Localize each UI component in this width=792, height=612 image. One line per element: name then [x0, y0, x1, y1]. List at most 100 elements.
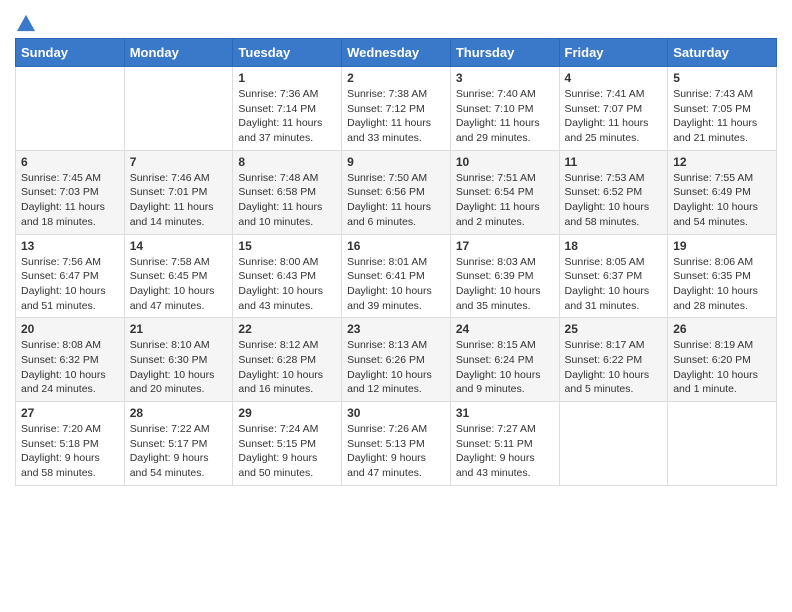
day-cell: 22 Sunrise: 8:12 AM Sunset: 6:28 PM Dayli… [233, 318, 342, 402]
day-info: Sunrise: 8:01 AM Sunset: 6:41 PM Dayligh… [347, 255, 445, 314]
week-row-1: 1 Sunrise: 7:36 AM Sunset: 7:14 PM Daylig… [16, 67, 777, 151]
day-info: Sunrise: 8:17 AM Sunset: 6:22 PM Dayligh… [565, 338, 663, 397]
day-number: 6 [21, 155, 119, 169]
day-cell: 10Sunrise: 7:51 AM Sunset: 6:54 PM Dayli… [450, 150, 559, 234]
day-number: 30 [347, 406, 445, 420]
day-info: Sunrise: 8:10 AM Sunset: 6:30 PM Dayligh… [130, 338, 228, 397]
day-number: 2 [347, 71, 445, 85]
logo-icon [17, 14, 35, 32]
day-cell: 11 Sunrise: 7:53 AM Sunset: 6:52 PM Dayli… [559, 150, 668, 234]
page: SundayMondayTuesdayWednesdayThursdayFrid… [0, 0, 792, 501]
day-cell: 6Sunrise: 7:45 AM Sunset: 7:03 PM Daylig… [16, 150, 125, 234]
day-info: Sunrise: 7:53 AM Sunset: 6:52 PM Dayligh… [565, 171, 663, 230]
day-number: 16 [347, 239, 445, 253]
day-info: Sunrise: 8:13 AM Sunset: 6:26 PM Dayligh… [347, 338, 445, 397]
day-cell: 30 Sunrise: 7:26 AM Sunset: 5:13 PM Dayli… [342, 402, 451, 486]
day-info: Sunrise: 8:12 AM Sunset: 6:28 PM Dayligh… [238, 338, 336, 397]
day-number: 27 [21, 406, 119, 420]
day-info: Sunrise: 7:51 AM Sunset: 6:54 PM Dayligh… [456, 171, 554, 230]
day-cell [124, 67, 233, 151]
day-info: Sunrise: 7:43 AM Sunset: 7:05 PM Dayligh… [673, 87, 771, 146]
day-info: Sunrise: 8:08 AM Sunset: 6:32 PM Dayligh… [21, 338, 119, 397]
day-cell: 20 Sunrise: 8:08 AM Sunset: 6:32 PM Dayli… [16, 318, 125, 402]
day-info: Sunrise: 7:36 AM Sunset: 7:14 PM Dayligh… [238, 87, 336, 146]
day-cell: 31 Sunrise: 7:27 AM Sunset: 5:11 PM Dayli… [450, 402, 559, 486]
day-cell: 16 Sunrise: 8:01 AM Sunset: 6:41 PM Dayli… [342, 234, 451, 318]
day-number: 4 [565, 71, 663, 85]
day-cell [16, 67, 125, 151]
day-number: 13 [21, 239, 119, 253]
day-cell: 26 Sunrise: 8:19 AM Sunset: 6:20 PM Dayli… [668, 318, 777, 402]
day-info: Sunrise: 7:46 AM Sunset: 7:01 PM Dayligh… [130, 171, 228, 230]
day-info: Sunrise: 7:40 AM Sunset: 7:10 PM Dayligh… [456, 87, 554, 146]
day-cell: 29 Sunrise: 7:24 AM Sunset: 5:15 PM Dayli… [233, 402, 342, 486]
week-row-2: 6Sunrise: 7:45 AM Sunset: 7:03 PM Daylig… [16, 150, 777, 234]
day-number: 31 [456, 406, 554, 420]
col-header-monday: Monday [124, 39, 233, 67]
day-info: Sunrise: 7:26 AM Sunset: 5:13 PM Dayligh… [347, 422, 445, 481]
day-cell: 4 Sunrise: 7:41 AM Sunset: 7:07 PM Daylig… [559, 67, 668, 151]
day-info: Sunrise: 7:24 AM Sunset: 5:15 PM Dayligh… [238, 422, 336, 481]
day-info: Sunrise: 7:38 AM Sunset: 7:12 PM Dayligh… [347, 87, 445, 146]
day-cell: 21Sunrise: 8:10 AM Sunset: 6:30 PM Dayli… [124, 318, 233, 402]
day-number: 22 [238, 322, 336, 336]
day-cell: 17 Sunrise: 8:03 AM Sunset: 6:39 PM Dayli… [450, 234, 559, 318]
day-info: Sunrise: 8:03 AM Sunset: 6:39 PM Dayligh… [456, 255, 554, 314]
day-info: Sunrise: 8:19 AM Sunset: 6:20 PM Dayligh… [673, 338, 771, 397]
day-cell: 9 Sunrise: 7:50 AM Sunset: 6:56 PM Daylig… [342, 150, 451, 234]
day-number: 29 [238, 406, 336, 420]
col-header-friday: Friday [559, 39, 668, 67]
day-number: 3 [456, 71, 554, 85]
day-number: 9 [347, 155, 445, 169]
day-number: 12 [673, 155, 771, 169]
week-row-5: 27 Sunrise: 7:20 AM Sunset: 5:18 PM Dayli… [16, 402, 777, 486]
day-info: Sunrise: 7:22 AM Sunset: 5:17 PM Dayligh… [130, 422, 228, 481]
day-number: 20 [21, 322, 119, 336]
day-cell: 23 Sunrise: 8:13 AM Sunset: 6:26 PM Dayli… [342, 318, 451, 402]
day-cell [559, 402, 668, 486]
day-number: 1 [238, 71, 336, 85]
col-header-sunday: Sunday [16, 39, 125, 67]
day-info: Sunrise: 8:00 AM Sunset: 6:43 PM Dayligh… [238, 255, 336, 314]
day-info: Sunrise: 7:50 AM Sunset: 6:56 PM Dayligh… [347, 171, 445, 230]
day-cell: 13Sunrise: 7:56 AM Sunset: 6:47 PM Dayli… [16, 234, 125, 318]
day-info: Sunrise: 7:20 AM Sunset: 5:18 PM Dayligh… [21, 422, 119, 481]
week-row-3: 13Sunrise: 7:56 AM Sunset: 6:47 PM Dayli… [16, 234, 777, 318]
day-info: Sunrise: 7:41 AM Sunset: 7:07 PM Dayligh… [565, 87, 663, 146]
day-number: 5 [673, 71, 771, 85]
week-row-4: 20 Sunrise: 8:08 AM Sunset: 6:32 PM Dayli… [16, 318, 777, 402]
day-info: Sunrise: 7:58 AM Sunset: 6:45 PM Dayligh… [130, 255, 228, 314]
day-number: 19 [673, 239, 771, 253]
day-info: Sunrise: 8:15 AM Sunset: 6:24 PM Dayligh… [456, 338, 554, 397]
day-cell [668, 402, 777, 486]
day-number: 8 [238, 155, 336, 169]
day-number: 11 [565, 155, 663, 169]
day-cell: 5 Sunrise: 7:43 AM Sunset: 7:05 PM Daylig… [668, 67, 777, 151]
day-number: 18 [565, 239, 663, 253]
day-number: 28 [130, 406, 228, 420]
day-cell: 14 Sunrise: 7:58 AM Sunset: 6:45 PM Dayli… [124, 234, 233, 318]
col-header-thursday: Thursday [450, 39, 559, 67]
day-number: 25 [565, 322, 663, 336]
col-header-tuesday: Tuesday [233, 39, 342, 67]
day-info: Sunrise: 7:48 AM Sunset: 6:58 PM Dayligh… [238, 171, 336, 230]
day-number: 14 [130, 239, 228, 253]
day-cell: 3 Sunrise: 7:40 AM Sunset: 7:10 PM Daylig… [450, 67, 559, 151]
day-info: Sunrise: 7:27 AM Sunset: 5:11 PM Dayligh… [456, 422, 554, 481]
day-number: 15 [238, 239, 336, 253]
day-info: Sunrise: 8:05 AM Sunset: 6:37 PM Dayligh… [565, 255, 663, 314]
day-cell: 24 Sunrise: 8:15 AM Sunset: 6:24 PM Dayli… [450, 318, 559, 402]
day-number: 23 [347, 322, 445, 336]
day-info: Sunrise: 7:55 AM Sunset: 6:49 PM Dayligh… [673, 171, 771, 230]
day-info: Sunrise: 8:06 AM Sunset: 6:35 PM Dayligh… [673, 255, 771, 314]
day-cell: 28 Sunrise: 7:22 AM Sunset: 5:17 PM Dayli… [124, 402, 233, 486]
day-cell: 2 Sunrise: 7:38 AM Sunset: 7:12 PM Daylig… [342, 67, 451, 151]
day-number: 26 [673, 322, 771, 336]
logo [15, 14, 35, 30]
calendar-table: SundayMondayTuesdayWednesdayThursdayFrid… [15, 38, 777, 486]
day-number: 17 [456, 239, 554, 253]
day-cell: 18 Sunrise: 8:05 AM Sunset: 6:37 PM Dayli… [559, 234, 668, 318]
day-number: 24 [456, 322, 554, 336]
col-header-saturday: Saturday [668, 39, 777, 67]
day-cell: 15 Sunrise: 8:00 AM Sunset: 6:43 PM Dayli… [233, 234, 342, 318]
